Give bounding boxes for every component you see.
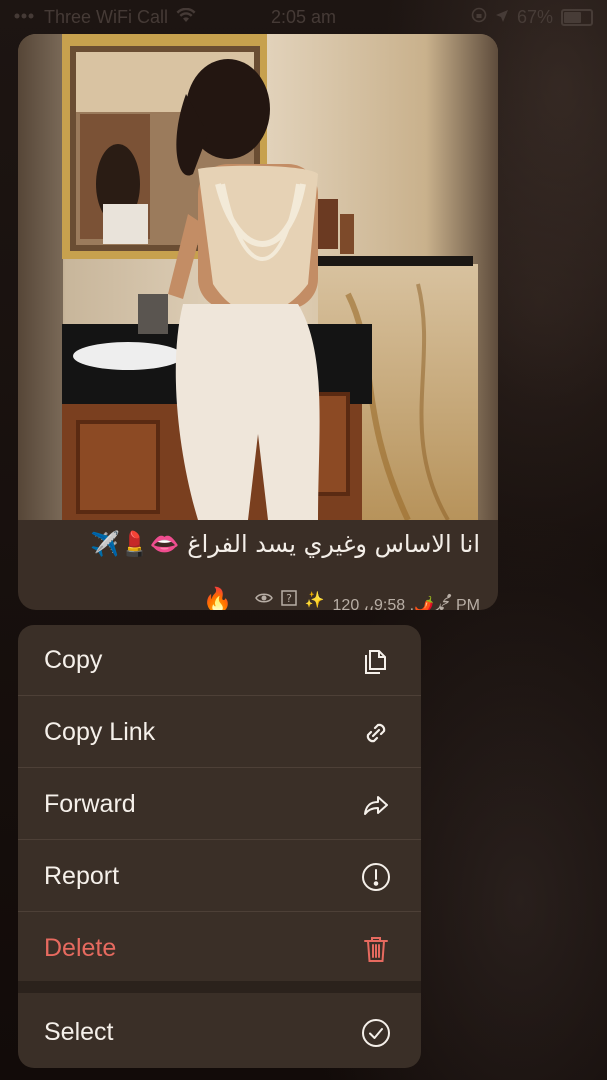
link-icon: [359, 716, 393, 750]
fire-emoji: 🔥: [202, 586, 233, 611]
question-box-icon: ?: [280, 589, 297, 611]
battery-label: 67%: [516, 6, 553, 27]
context-menu: Copy Copy Link Forward Report Delete Sel…: [18, 625, 421, 1068]
menu-item-copy[interactable]: Copy: [18, 625, 421, 696]
battery-icon: [561, 8, 593, 26]
message-bubble[interactable]: انا الاساس وغيري يسد الفراغ 👄💄✈️ 🔥 ? ✨ 1…: [18, 34, 498, 610]
menu-label-copy: Copy: [44, 646, 103, 674]
menu-label-select: Select: [44, 1018, 114, 1046]
message-meta: 🔥 ? ✨ 120 ،،ﷴ🌶️, 9:58 PM: [202, 580, 480, 611]
menu-item-copy-link[interactable]: Copy Link: [18, 697, 421, 768]
menu-label-forward: Forward: [44, 790, 136, 818]
signal-icon: [14, 7, 36, 28]
menu-separator: [18, 981, 421, 993]
sparkles-icon: ✨: [304, 592, 325, 609]
lock-rotation-icon: [471, 7, 487, 28]
menu-item-report[interactable]: Report: [18, 841, 421, 912]
message-photo[interactable]: [18, 34, 498, 520]
menu-item-select[interactable]: Select: [18, 997, 421, 1068]
checkmark-circle-icon: [359, 1016, 393, 1050]
report-icon: [359, 860, 393, 894]
trash-icon: [359, 932, 393, 966]
menu-item-forward[interactable]: Forward: [18, 769, 421, 840]
wifi-icon: [176, 7, 196, 28]
eye-icon: [254, 591, 273, 609]
carrier-label: Three WiFi Call: [44, 6, 169, 27]
status-time: 2:05 am: [270, 6, 337, 27]
message-caption: انا الاساس وغيري يسد الفراغ 👄💄✈️: [90, 530, 480, 558]
svg-text:?: ?: [286, 592, 292, 605]
photo-illustration: [18, 34, 498, 520]
forward-icon: [359, 788, 393, 822]
status-bar: Three WiFi Call 2:05 am 67%: [0, 0, 607, 34]
menu-item-delete[interactable]: Delete: [18, 913, 421, 984]
copy-icon: [359, 644, 393, 678]
status-left: Three WiFi Call: [14, 7, 196, 28]
menu-label-report: Report: [44, 862, 120, 890]
location-icon: [495, 7, 509, 28]
status-right: 67%: [471, 7, 593, 28]
meta-text: 120 ،،ﷴ🌶️, 9:58 PM: [332, 597, 480, 610]
menu-label-copy-link: Copy Link: [44, 718, 156, 746]
menu-label-delete: Delete: [44, 934, 117, 962]
